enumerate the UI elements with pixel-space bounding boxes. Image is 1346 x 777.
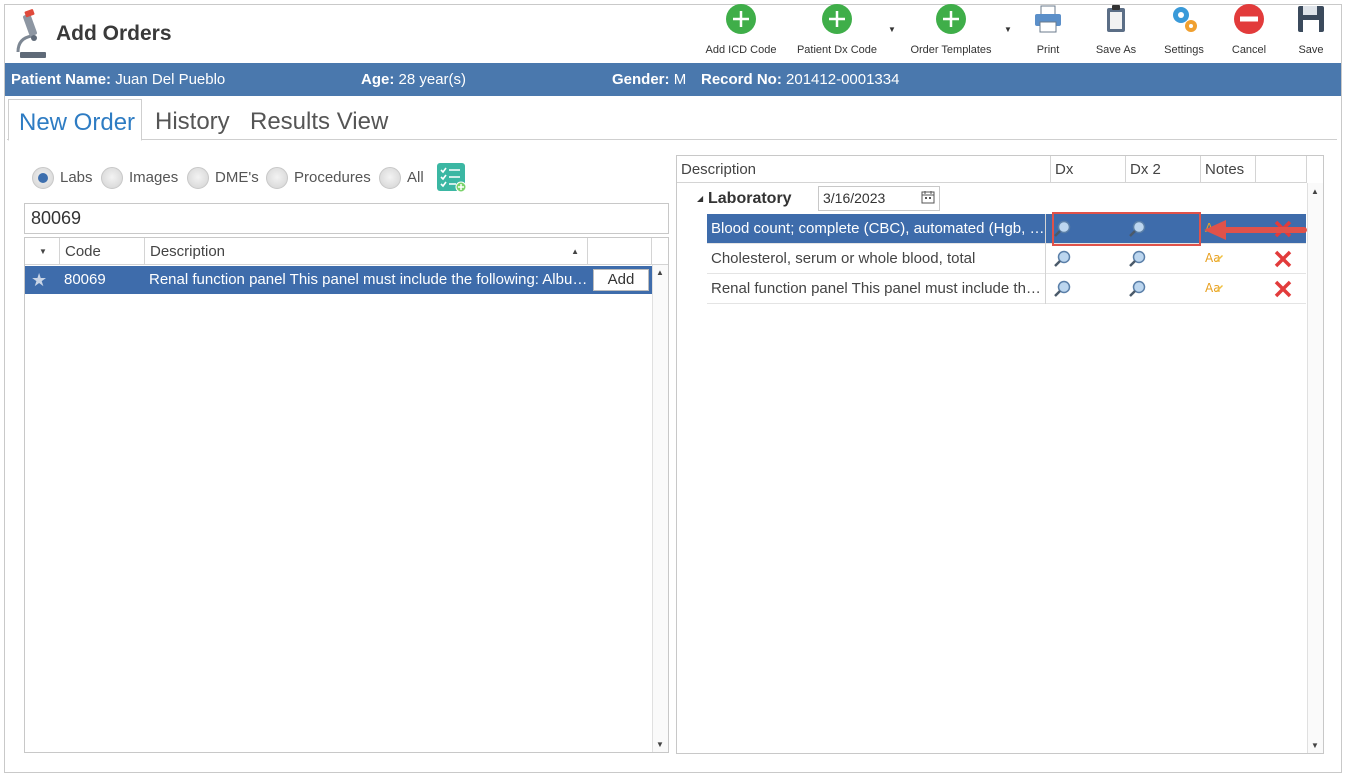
column-header-action (588, 238, 652, 265)
radio-all[interactable]: All (379, 163, 424, 193)
patient-info-bar: Patient Name: Juan Del Pueblo Age: 28 ye… (5, 63, 1341, 96)
order-date: 3/16/2023 (823, 190, 886, 206)
column-header-description[interactable]: Description (677, 156, 1051, 183)
order-description: Renal function panel This panel must inc… (711, 274, 1046, 304)
stop-icon (1234, 4, 1264, 34)
column-header-dx[interactable]: Dx (1051, 156, 1126, 183)
tab-new-order[interactable]: New Order (8, 99, 142, 141)
order-row[interactable]: Renal function panel This panel must inc… (707, 274, 1306, 304)
settings-button[interactable]: Settings (1158, 3, 1210, 59)
group-row-laboratory[interactable]: ◢ Laboratory 3/16/2023 (677, 184, 1307, 214)
order-date-picker[interactable]: 3/16/2023 (818, 186, 940, 211)
magnifier-icon[interactable] (1128, 279, 1148, 299)
procedure-search-grid: ▼ Code Description ▲ ★ 80069 Renal funct… (24, 237, 669, 753)
checklist-add-icon[interactable] (437, 163, 467, 193)
add-button[interactable]: Add (593, 269, 649, 291)
order-templates-button[interactable]: Order Templates (903, 3, 999, 59)
patient-name-label: Patient Name: (11, 71, 112, 88)
age-label: Age: (361, 71, 395, 88)
radio-button-icon (187, 167, 209, 190)
column-header-delete (1256, 156, 1307, 183)
column-header-description[interactable]: Description ▲ (145, 238, 588, 265)
left-grid-scrollbar[interactable]: ▲ ▼ (652, 265, 668, 752)
radio-button-icon (379, 167, 401, 190)
patient-gender: M (673, 71, 687, 88)
order-description: Cholesterol, serum or whole blood, total (711, 244, 1046, 274)
scroll-up-icon[interactable]: ▲ (1311, 187, 1319, 196)
grid-header: Description Dx Dx 2 Notes (677, 156, 1307, 183)
save-button[interactable]: Save (1290, 3, 1332, 59)
magnifier-icon[interactable] (1053, 279, 1073, 299)
notes-icon[interactable]: Aa (1204, 279, 1224, 299)
radio-procedures[interactable]: Procedures (266, 163, 371, 193)
tab-history[interactable]: History (145, 99, 240, 141)
chevron-down-icon: ▼ (888, 25, 896, 34)
star-favorite-icon[interactable]: ★ (31, 266, 47, 294)
order-templates-dropdown[interactable]: ▼ (1003, 3, 1013, 59)
delete-x-icon[interactable] (1273, 249, 1293, 269)
scroll-up-icon[interactable]: ▲ (656, 268, 664, 277)
record-number: 201412-0001334 (786, 71, 900, 88)
search-input[interactable] (24, 203, 669, 234)
patient-dx-code-button[interactable]: Patient Dx Code (791, 3, 883, 59)
order-description: Blood count; complete (CBC), automated (… (711, 214, 1046, 244)
collapse-triangle-icon[interactable]: ◢ (697, 194, 703, 203)
group-name: Laboratory (708, 190, 792, 207)
delete-x-icon[interactable] (1273, 279, 1293, 299)
right-grid-scrollbar[interactable]: ▲ ▼ (1307, 183, 1323, 753)
annotation-highlight-box (1052, 212, 1201, 246)
order-row[interactable]: Cholesterol, serum or whole blood, total… (707, 244, 1306, 274)
grid-header: ▼ Code Description ▲ (25, 238, 668, 265)
print-button[interactable]: Print (1026, 3, 1070, 59)
save-as-button[interactable]: Save As (1092, 3, 1140, 59)
radio-images[interactable]: Images (101, 163, 178, 193)
gender-label: Gender: (612, 71, 670, 88)
gear-icon (1173, 7, 1197, 32)
radio-button-icon (266, 167, 288, 190)
tab-results-view[interactable]: Results View (240, 99, 398, 141)
radio-button-icon (101, 167, 123, 190)
column-header-code[interactable]: Code (60, 238, 145, 265)
calendar-icon[interactable] (921, 190, 935, 204)
svg-text:Aa: Aa (1205, 251, 1221, 265)
scroll-down-icon[interactable]: ▼ (1311, 741, 1319, 750)
column-filter-dropdown[interactable]: ▼ (25, 238, 60, 265)
column-header-dx2[interactable]: Dx 2 (1126, 156, 1201, 183)
row-code: 80069 (64, 271, 106, 288)
order-list-grid: Description Dx Dx 2 Notes ◢ Laboratory 3… (676, 155, 1324, 754)
add-circle-icon (726, 4, 756, 34)
magnifier-icon[interactable] (1053, 249, 1073, 269)
add-circle-icon (822, 4, 852, 34)
microscope-icon (16, 9, 46, 58)
patient-name: Juan Del Pueblo (115, 71, 226, 88)
add-circle-icon (936, 4, 966, 34)
magnifier-icon[interactable] (1128, 249, 1148, 269)
add-icd-code-button[interactable]: Add ICD Code (700, 3, 782, 59)
radio-button-icon (32, 167, 54, 190)
patient-dx-dropdown[interactable]: ▼ (887, 3, 897, 59)
clipboard-icon (1107, 5, 1125, 32)
sort-ascending-icon: ▲ (571, 247, 579, 256)
table-row[interactable]: ★ 80069 Renal function panel This panel … (25, 266, 652, 294)
radio-labs[interactable]: Labs (32, 163, 93, 193)
column-header-notes[interactable]: Notes (1201, 156, 1256, 183)
annotation-arrow-icon (1204, 220, 1307, 240)
record-label: Record No: (701, 71, 782, 88)
patient-age: 28 year(s) (398, 71, 467, 88)
notes-icon[interactable]: Aa (1204, 249, 1224, 269)
printer-icon (1035, 5, 1061, 33)
svg-text:Aa: Aa (1205, 281, 1221, 295)
chevron-down-icon: ▼ (1004, 25, 1012, 34)
row-description: Renal function panel This panel must inc… (149, 271, 589, 288)
radio-dmes[interactable]: DME's (187, 163, 259, 193)
cancel-button[interactable]: Cancel (1226, 3, 1272, 59)
scroll-down-icon[interactable]: ▼ (656, 740, 664, 749)
floppy-disk-icon (1298, 6, 1324, 32)
page-title: Add Orders (56, 22, 172, 45)
